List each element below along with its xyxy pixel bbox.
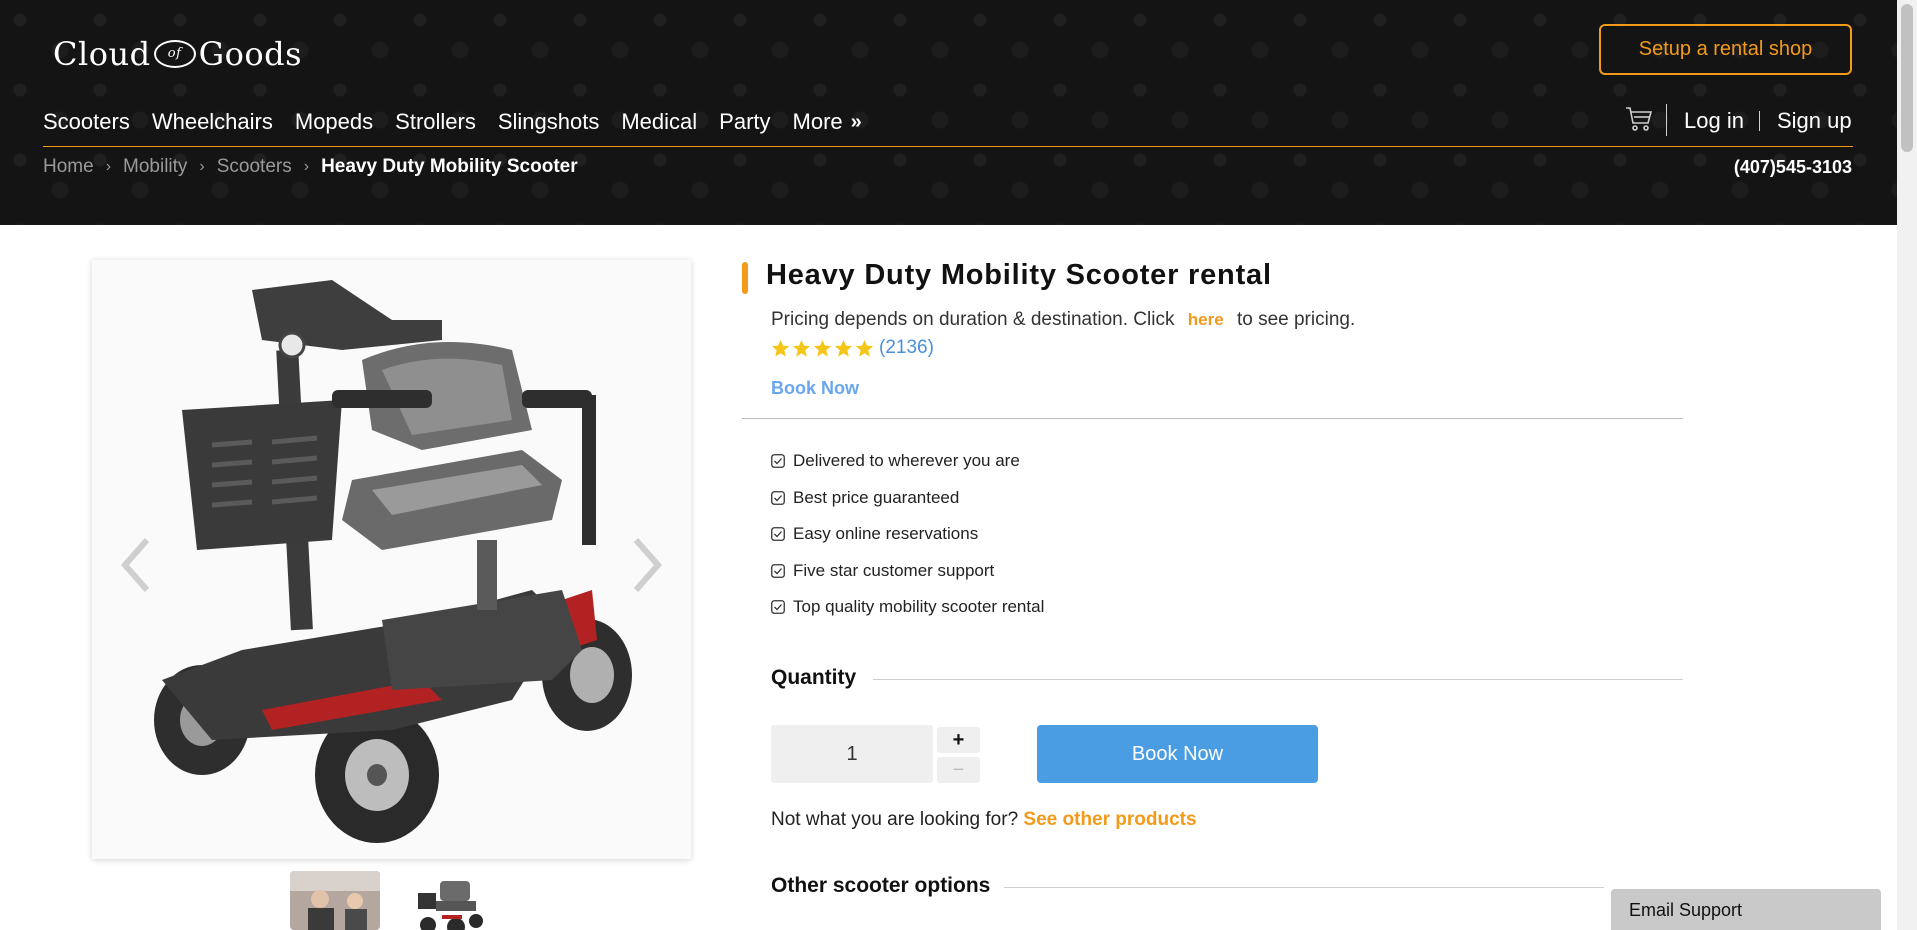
thumbnail-2[interactable] (402, 871, 492, 930)
site-header: Cloud of Goods Setup a rental shop Scoot… (0, 0, 1897, 225)
logo-text-of: of (153, 40, 196, 68)
checkbox-checked-icon (771, 454, 785, 469)
product-image-scooter (92, 260, 691, 859)
breadcrumb-chevron-icon: › (303, 158, 310, 175)
not-what-looking-for: Not what you are looking for? See other … (771, 809, 1197, 831)
chevron-right-icon[interactable] (626, 535, 666, 595)
list-item: Best price guaranteed (771, 480, 1044, 517)
breadcrumb-scooters[interactable]: Scooters (217, 156, 292, 178)
not-what-text: Not what you are looking for? (771, 809, 1019, 830)
breadcrumb: Home › Mobility › Scooters › Heavy Duty … (43, 156, 578, 178)
nav-item-strollers[interactable]: Strollers (395, 109, 476, 135)
list-item: Delivered to wherever you are (771, 443, 1044, 480)
pricing-note: Pricing depends on duration & destinatio… (771, 309, 1355, 331)
book-now-button[interactable]: Book Now (1037, 725, 1318, 783)
chevron-left-icon[interactable] (117, 535, 157, 595)
feature-list: Delivered to wherever you are Best price… (771, 443, 1044, 626)
breadcrumb-current: Heavy Duty Mobility Scooter (321, 156, 578, 177)
star-icon (813, 339, 832, 357)
phone-number[interactable]: (407)545-3103 (1734, 157, 1852, 178)
product-image-carousel (92, 260, 691, 859)
nav-item-more[interactable]: More » (792, 109, 862, 135)
site-logo[interactable]: Cloud of Goods (53, 34, 302, 74)
thumbnail-strip (290, 871, 492, 930)
feature-text: Easy online reservations (793, 524, 979, 544)
pricing-text-before: Pricing depends on duration & destinatio… (771, 309, 1175, 330)
book-now-link[interactable]: Book Now (771, 378, 859, 399)
header-divider (43, 146, 1853, 147)
breadcrumb-chevron-icon: › (105, 158, 112, 175)
pricing-text-after: to see pricing. (1236, 309, 1356, 330)
nav-more-label: More (792, 109, 843, 134)
other-options-heading: Other scooter options (771, 874, 991, 897)
checkbox-checked-icon (771, 563, 785, 578)
email-support-button[interactable]: Email Support (1611, 889, 1881, 930)
star-icon (855, 339, 874, 357)
nav-item-party[interactable]: Party (719, 109, 770, 135)
quantity-decrement-button[interactable]: − (937, 757, 980, 783)
auth-divider (1759, 111, 1760, 131)
nav-item-mopeds[interactable]: Mopeds (295, 109, 373, 135)
list-item: Top quality mobility scooter rental (771, 589, 1044, 626)
cart-icon[interactable] (1625, 106, 1653, 132)
star-icon (792, 339, 811, 357)
quantity-increment-button[interactable]: + (937, 727, 980, 753)
feature-text: Delivered to wherever you are (793, 451, 1020, 471)
page-scrollbar[interactable] (1897, 0, 1917, 930)
nav-item-slingshots[interactable]: Slingshots (498, 109, 600, 135)
nav-item-medical[interactable]: Medical (621, 109, 697, 135)
product-title: Heavy Duty Mobility Scooter rental (766, 259, 1272, 291)
rating-count[interactable]: (2136) (879, 337, 934, 359)
double-chevron-right-icon: » (850, 110, 862, 133)
title-accent-bar (742, 262, 748, 294)
main-nav: Scooters Wheelchairs Mopeds Strollers Sl… (43, 109, 881, 135)
star-icon (771, 339, 790, 357)
breadcrumb-home[interactable]: Home (43, 156, 94, 178)
other-options-heading-line (1004, 887, 1604, 888)
star-icon (834, 339, 853, 357)
quantity-input[interactable] (771, 725, 933, 783)
feature-text: Top quality mobility scooter rental (793, 597, 1045, 617)
quantity-heading: Quantity (771, 666, 857, 689)
nav-item-scooters[interactable]: Scooters (43, 109, 130, 135)
pricing-here-link[interactable]: here (1188, 310, 1224, 329)
thumbnail-1[interactable] (290, 871, 380, 930)
quantity-heading-line (873, 679, 1683, 680)
logo-text-goods: Goods (198, 35, 303, 73)
breadcrumb-mobility[interactable]: Mobility (123, 156, 187, 178)
product-rating[interactable]: (2136) (771, 337, 934, 359)
feature-text: Best price guaranteed (793, 487, 960, 507)
login-link[interactable]: Log in (1684, 108, 1744, 134)
logo-text-cloud: Cloud (53, 35, 151, 73)
cart-divider (1666, 104, 1667, 136)
info-divider (742, 418, 1683, 419)
see-other-products-link[interactable]: See other products (1023, 809, 1196, 830)
checkbox-checked-icon (771, 600, 785, 615)
breadcrumb-chevron-icon: › (199, 158, 205, 175)
list-item: Five star customer support (771, 553, 1044, 590)
checkbox-checked-icon (771, 490, 785, 505)
setup-rental-shop-button[interactable]: Setup a rental shop (1599, 24, 1852, 75)
scrollbar-thumb[interactable] (1901, 4, 1913, 152)
signup-link[interactable]: Sign up (1777, 108, 1852, 134)
list-item: Easy online reservations (771, 516, 1044, 553)
checkbox-checked-icon (771, 527, 785, 542)
nav-item-wheelchairs[interactable]: Wheelchairs (152, 109, 273, 135)
feature-text: Five star customer support (793, 560, 995, 580)
